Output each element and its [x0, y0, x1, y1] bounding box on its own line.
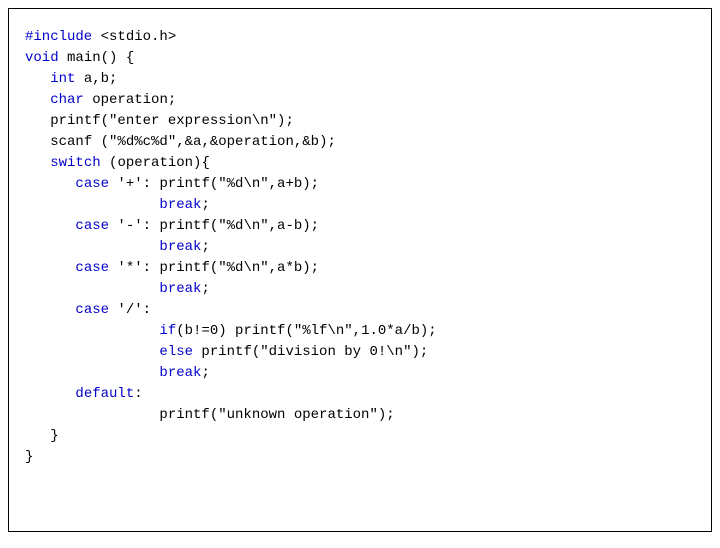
txt-char: operation; — [84, 92, 176, 108]
semi: ; — [201, 197, 209, 213]
indent — [25, 386, 75, 402]
indent — [25, 239, 159, 255]
txt-default: : — [134, 386, 142, 402]
txt-include: <stdio.h> — [92, 29, 176, 45]
txt-case-minus: '-': printf("%d\n",a-b); — [109, 218, 319, 234]
kw-else: else — [159, 344, 193, 360]
kw-break: break — [159, 197, 201, 213]
txt-scanf: scanf ("%d%c%d",&a,&operation,&b); — [50, 134, 336, 150]
indent — [25, 176, 75, 192]
kw-break: break — [159, 281, 201, 297]
indent — [25, 281, 159, 297]
indent — [25, 365, 159, 381]
kw-break: break — [159, 239, 201, 255]
kw-case: case — [75, 176, 109, 192]
txt-if: (b!=0) printf("%lf\n",1.0*a/b); — [176, 323, 436, 339]
kw-break: break — [159, 365, 201, 381]
indent — [25, 344, 159, 360]
kw-default: default — [75, 386, 134, 402]
txt-case-slash: '/': — [109, 302, 151, 318]
indent — [25, 113, 50, 129]
code-block: #include <stdio.h> void main() { int a,b… — [25, 27, 695, 468]
kw-case: case — [75, 218, 109, 234]
txt-case-plus: '+': printf("%d\n",a+b); — [109, 176, 319, 192]
txt-default-printf: printf("unknown operation"); — [159, 407, 394, 423]
rbrace: } — [25, 449, 33, 465]
rbrace: } — [25, 428, 59, 444]
txt-main: main() { — [59, 50, 135, 66]
kw-case: case — [75, 302, 109, 318]
indent — [25, 218, 75, 234]
indent — [25, 134, 50, 150]
kw-void: void — [25, 50, 59, 66]
code-frame: #include <stdio.h> void main() { int a,b… — [8, 8, 712, 532]
indent — [25, 197, 159, 213]
kw-case: case — [75, 260, 109, 276]
kw-include: #include — [25, 29, 92, 45]
indent — [25, 155, 50, 171]
kw-char: char — [50, 92, 84, 108]
kw-int: int — [50, 71, 75, 87]
txt-int: a,b; — [75, 71, 117, 87]
semi: ; — [201, 239, 209, 255]
txt-printf1: printf("enter expression\n"); — [50, 113, 294, 129]
txt-else: printf("division by 0!\n"); — [193, 344, 428, 360]
kw-if: if — [159, 323, 176, 339]
indent — [25, 71, 50, 87]
indent — [25, 92, 50, 108]
txt-switch: (operation){ — [101, 155, 210, 171]
semi: ; — [201, 365, 209, 381]
kw-switch: switch — [50, 155, 100, 171]
txt-case-star: '*': printf("%d\n",a*b); — [109, 260, 319, 276]
indent — [25, 323, 159, 339]
semi: ; — [201, 281, 209, 297]
indent — [25, 260, 75, 276]
indent — [25, 407, 159, 423]
indent — [25, 302, 75, 318]
